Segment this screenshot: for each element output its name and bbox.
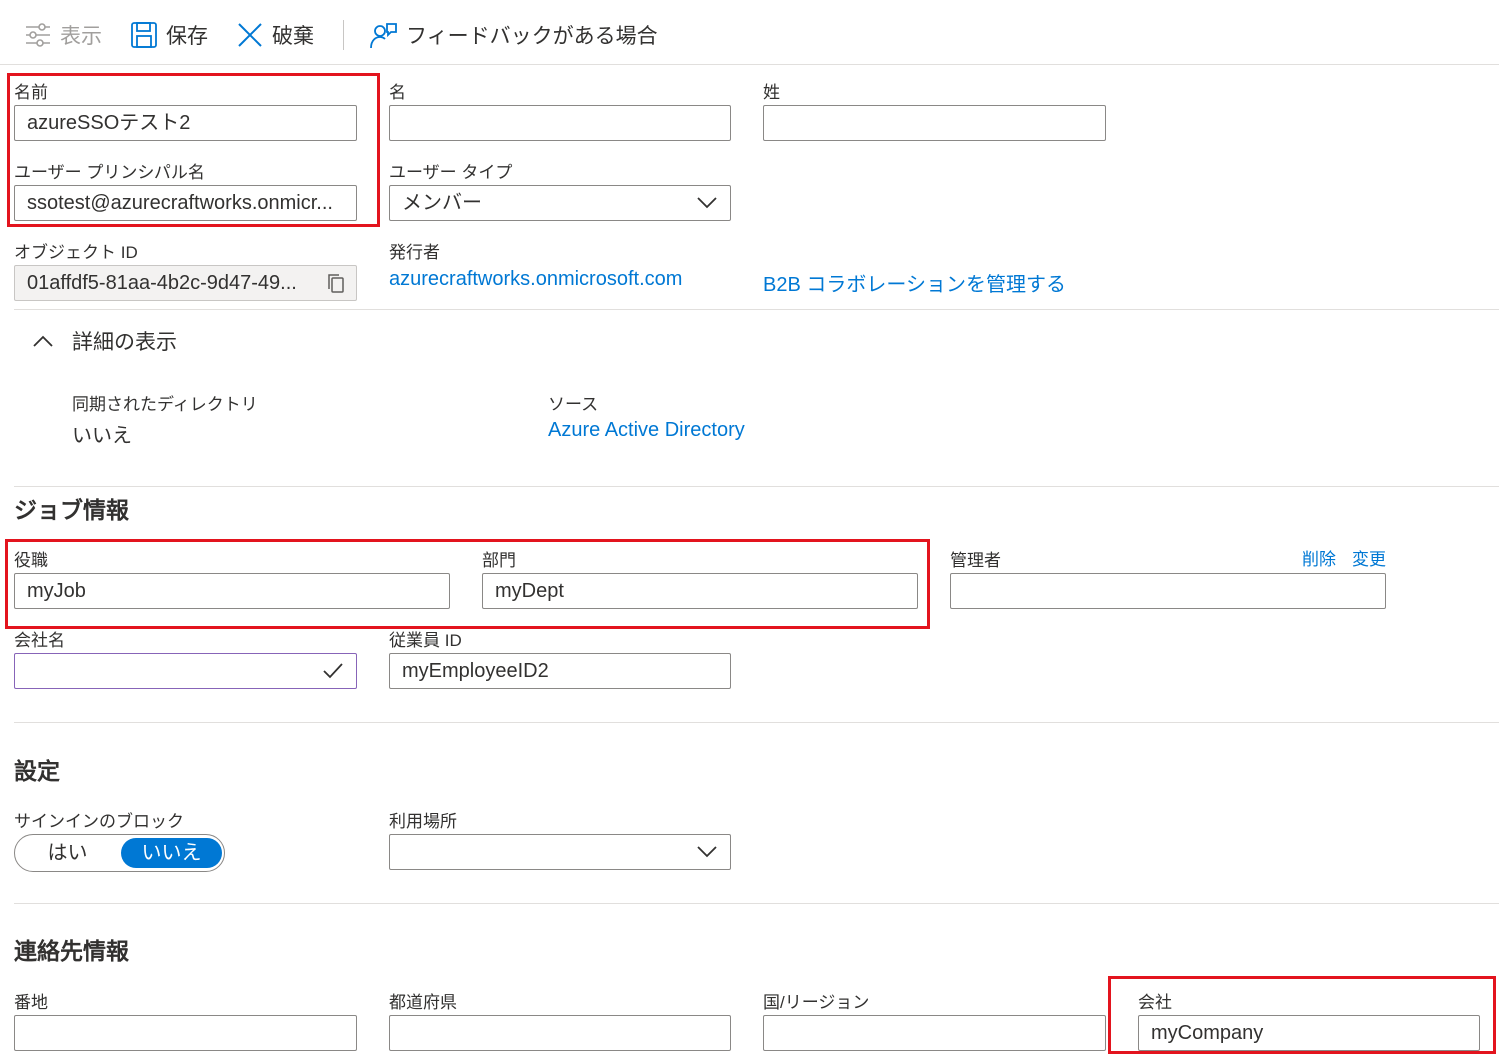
given-name-field[interactable]	[389, 105, 731, 141]
job-divider	[14, 722, 1499, 723]
copy-icon[interactable]	[326, 273, 346, 295]
company-name-label: 会社名	[14, 631, 65, 650]
object-id-value: 01affdf5-81aa-4b2c-9d47-49...	[27, 272, 297, 294]
name-label: 名前	[14, 83, 48, 102]
usage-location-select[interactable]	[389, 834, 731, 870]
discard-button-label: 破棄	[272, 25, 314, 48]
employee-id-field[interactable]: myEmployeeID2	[389, 653, 731, 689]
country-field[interactable]	[763, 1015, 1106, 1051]
job-title-label: 役職	[14, 551, 48, 570]
user-type-value: メンバー	[402, 192, 482, 214]
department-label: 部門	[482, 551, 516, 570]
object-id-field: 01affdf5-81aa-4b2c-9d47-49...	[14, 265, 357, 301]
block-signin-toggle[interactable]: はい いいえ	[14, 834, 225, 872]
manager-change-link[interactable]: 変更	[1352, 545, 1386, 570]
settings-sliders-icon	[26, 23, 50, 47]
details-toggle[interactable]: 詳細の表示	[32, 326, 177, 356]
details-toggle-label: 詳細の表示	[72, 331, 177, 354]
toggle-no-option[interactable]: いいえ	[121, 838, 222, 868]
feedback-button-label: フィードバックがある場合	[406, 25, 658, 48]
close-icon	[238, 23, 262, 47]
job-title-field[interactable]: myJob	[14, 573, 450, 609]
toolbar-separator	[343, 20, 344, 50]
issuer-link[interactable]: azurecraftworks.onmicrosoft.com	[389, 268, 682, 291]
settings-divider	[14, 903, 1499, 904]
street-label: 番地	[14, 993, 48, 1012]
contact-company-field[interactable]: myCompany	[1138, 1015, 1480, 1051]
synced-dir-label: 同期されたディレクトリ	[72, 395, 258, 414]
manager-delete-link[interactable]: 削除	[1302, 545, 1336, 570]
checkmark-icon	[323, 663, 343, 679]
block-signin-label: サインインのブロック	[14, 812, 184, 831]
state-field[interactable]	[389, 1015, 731, 1051]
company-name-combobox[interactable]	[14, 653, 357, 689]
surname-label: 姓	[763, 83, 780, 102]
settings-section-title: 設定	[14, 758, 60, 784]
job-section-title: ジョブ情報	[14, 497, 129, 523]
object-id-label: オブジェクト ID	[14, 243, 138, 262]
toolbar-divider	[0, 64, 1499, 65]
manager-field[interactable]	[950, 573, 1386, 609]
b2b-link[interactable]: B2B コラボレーションを管理する	[763, 268, 1066, 297]
synced-dir-value: いいえ	[72, 425, 132, 447]
contact-company-label: 会社	[1138, 993, 1172, 1012]
view-button[interactable]: 表示	[24, 18, 102, 52]
street-field[interactable]	[14, 1015, 357, 1051]
chevron-up-icon	[33, 335, 53, 347]
save-button[interactable]: 保存	[130, 18, 208, 52]
state-label: 都道府県	[389, 993, 457, 1012]
save-icon	[131, 22, 157, 48]
issuer-label: 発行者	[389, 243, 440, 262]
discard-button[interactable]: 破棄	[236, 18, 314, 52]
name-field[interactable]: azureSSOテスト2	[14, 105, 357, 141]
source-link[interactable]: Azure Active Directory	[548, 419, 745, 442]
user-type-label: ユーザー タイプ	[389, 163, 513, 182]
save-button-label: 保存	[166, 25, 208, 48]
employee-id-label: 従業員 ID	[389, 631, 462, 650]
toggle-yes-option[interactable]: はい	[15, 835, 120, 871]
feedback-button[interactable]: フィードバックがある場合	[368, 18, 658, 52]
contact-section-title: 連絡先情報	[14, 938, 129, 964]
user-type-select[interactable]: メンバー	[389, 185, 731, 221]
manager-label: 管理者	[950, 551, 1001, 570]
usage-location-label: 利用場所	[389, 812, 457, 831]
upn-field[interactable]: ssotest@azurecraftworks.onmicr...	[14, 185, 357, 221]
view-button-label: 表示	[60, 25, 102, 48]
department-field[interactable]: myDept	[482, 573, 918, 609]
details-divider	[14, 486, 1499, 487]
identity-divider	[14, 309, 1499, 310]
source-label: ソース	[548, 395, 599, 414]
upn-label: ユーザー プリンシパル名	[14, 163, 205, 182]
given-name-label: 名	[389, 83, 406, 102]
surname-field[interactable]	[763, 105, 1106, 141]
feedback-person-icon	[370, 23, 397, 49]
chevron-down-icon	[697, 846, 717, 858]
country-label: 国/リージョン	[763, 993, 870, 1012]
chevron-down-icon	[697, 197, 717, 209]
